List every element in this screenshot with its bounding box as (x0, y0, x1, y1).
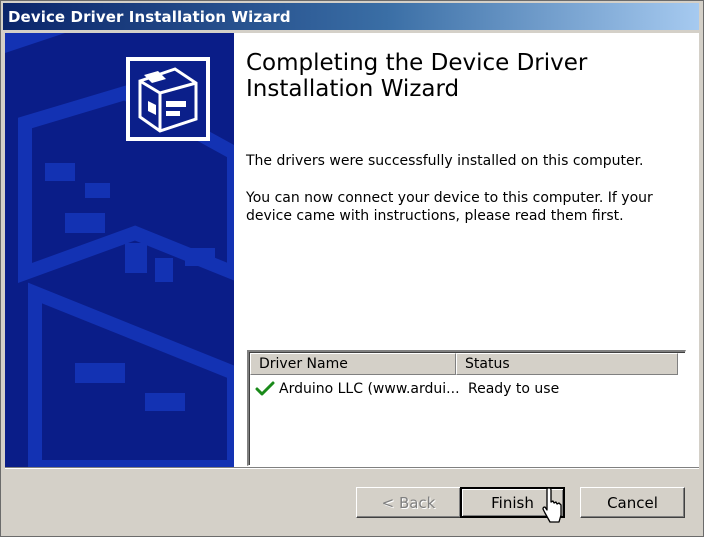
mouse-cursor-icon (542, 488, 562, 523)
title-bar[interactable]: Device Driver Installation Wizard (3, 3, 699, 30)
driver-list[interactable]: Driver Name Status Arduino LLC (www.ardu… (247, 350, 686, 466)
page-title: Completing the Device Driver Installatio… (246, 50, 588, 102)
back-button[interactable]: < Back (356, 487, 461, 518)
success-message: The drivers were successfully installed … (246, 153, 644, 169)
instructions-message: You can now connect your device to this … (246, 190, 653, 224)
check-icon (255, 380, 275, 398)
column-header-status[interactable]: Status (456, 353, 678, 375)
driver-status: Ready to use (468, 381, 560, 397)
driver-list-header: Driver Name Status (250, 353, 684, 375)
wizard-content: Completing the Device Driver Installatio… (234, 33, 699, 467)
wizard-logo-icon (126, 57, 210, 141)
footer-divider (5, 467, 699, 469)
wizard-window: Device Driver Installation Wizard Comple… (0, 0, 704, 537)
column-header-driver-name[interactable]: Driver Name (250, 353, 456, 375)
cancel-button[interactable]: Cancel (580, 487, 685, 518)
window-title: Device Driver Installation Wizard (8, 8, 291, 26)
driver-name: Arduino LLC (www.ardui... (279, 381, 460, 397)
wizard-side-banner (5, 33, 234, 467)
